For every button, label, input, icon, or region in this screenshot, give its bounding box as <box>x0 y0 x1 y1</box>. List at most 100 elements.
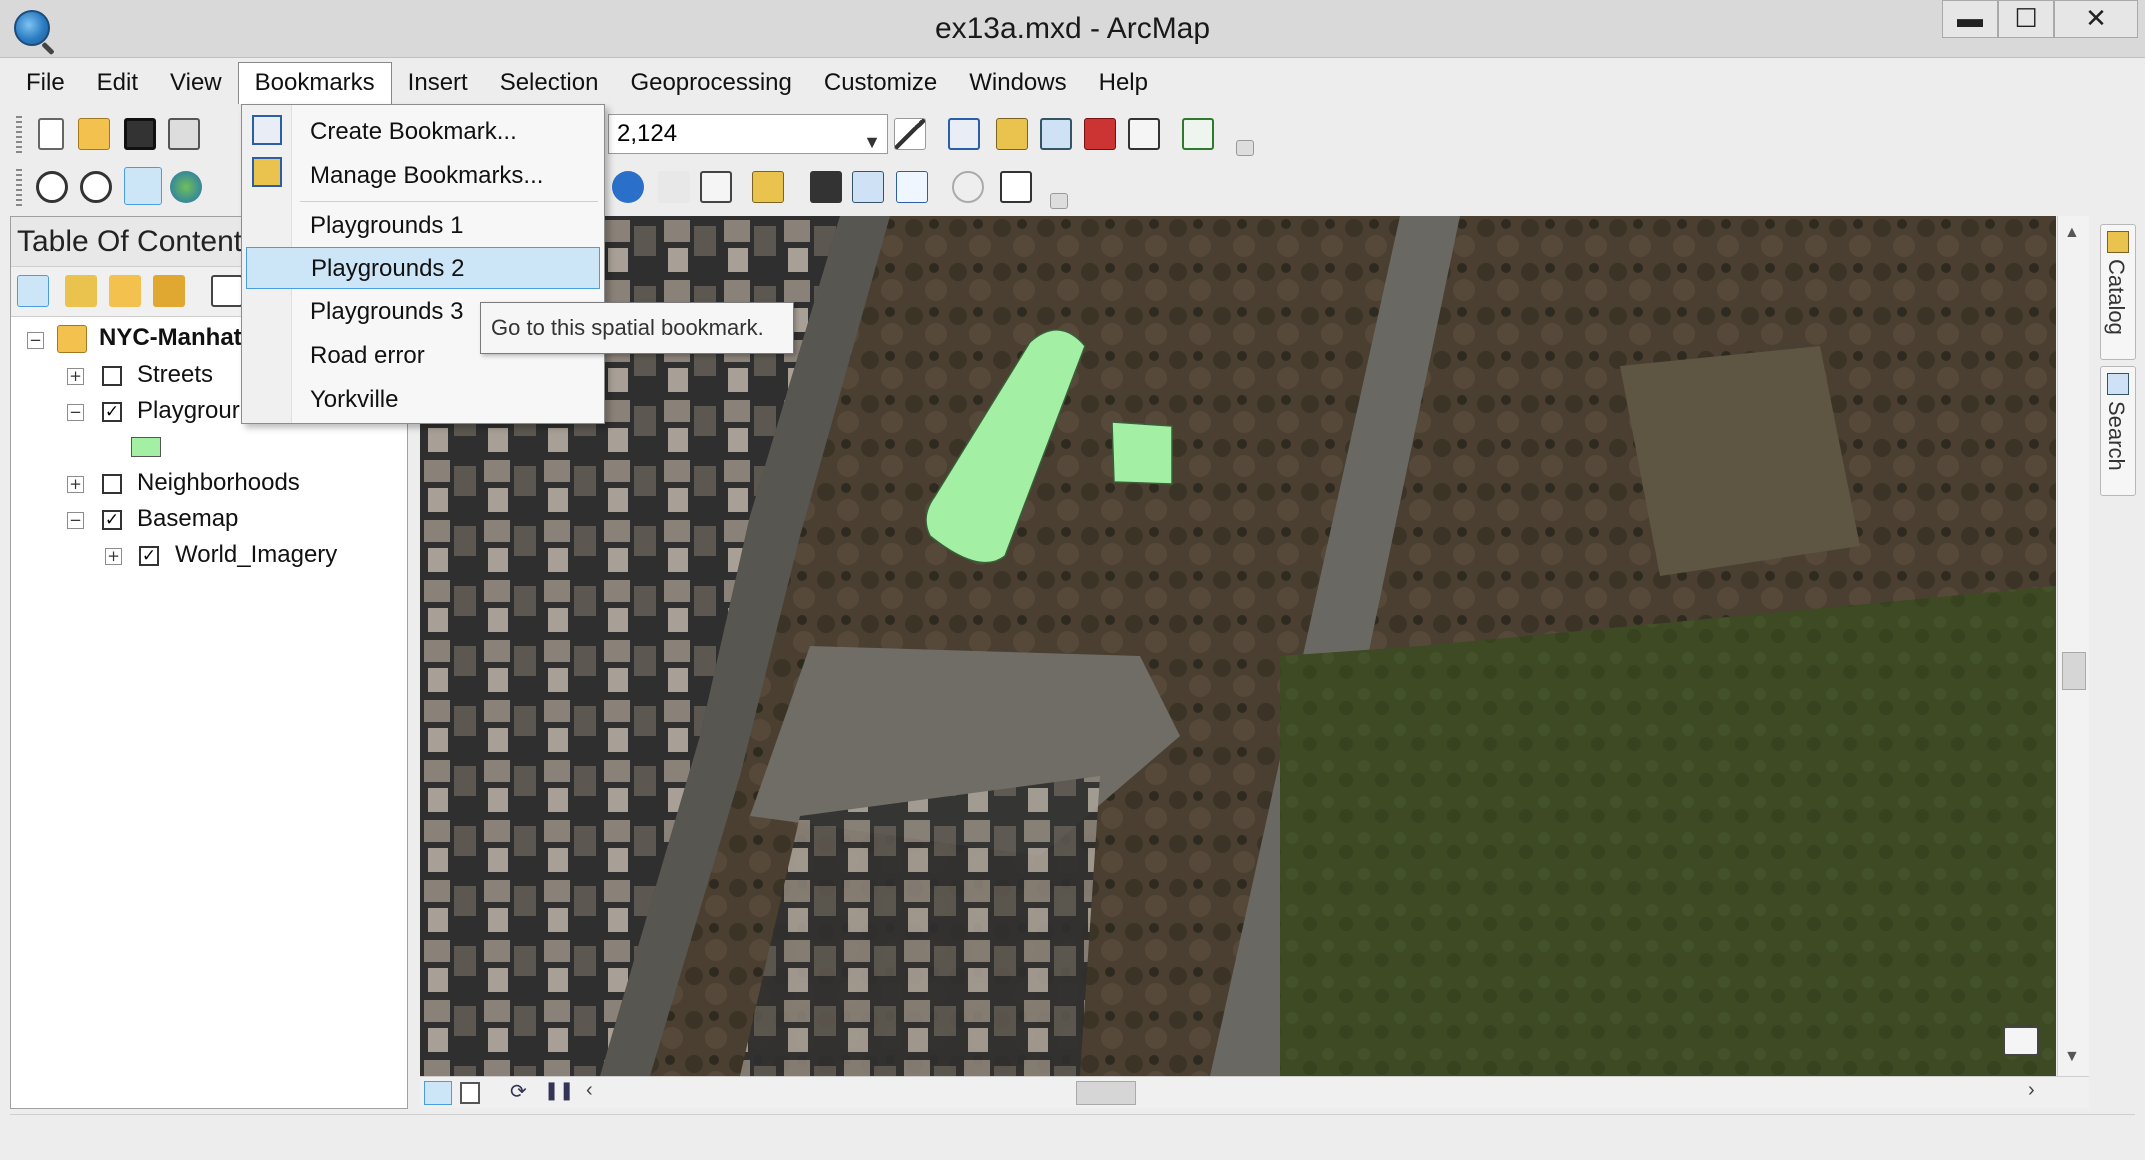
find-binoculars-icon[interactable] <box>810 171 842 203</box>
arctoolbox-icon[interactable] <box>1084 118 1116 150</box>
expand-icon[interactable]: + <box>67 476 84 493</box>
clearing-area <box>1620 346 1860 576</box>
layer-streets[interactable]: Streets <box>137 358 213 392</box>
minimize-button[interactable]: ▬ <box>1942 0 1998 38</box>
layer-playgrounds[interactable]: Playgrour <box>137 394 240 428</box>
manage-bookmarks-item[interactable]: Manage Bookmarks... <box>246 155 600 197</box>
map-tips-icon[interactable] <box>700 171 732 203</box>
scroll-up-icon[interactable]: ▲ <box>2064 224 2080 242</box>
layer-world-imagery[interactable]: World_Imagery <box>175 538 337 572</box>
search-side-tab[interactable]: Search <box>2100 366 2136 496</box>
full-extent-globe-icon[interactable] <box>170 171 202 203</box>
new-document-icon[interactable] <box>38 118 64 150</box>
bookmark-item-highlighted[interactable]: Playgrounds 2 <box>246 247 600 289</box>
toolbar-options-icon[interactable] <box>1236 140 1254 156</box>
refresh-icon[interactable]: ⟳ <box>510 1079 527 1104</box>
title-bar: ex13a.mxd - ArcMap ▬ ☐ ✕ <box>0 0 2145 58</box>
close-button[interactable]: ✕ <box>2054 0 2138 38</box>
status-bar <box>10 1114 2135 1154</box>
list-by-drawing-order-icon[interactable] <box>17 275 49 307</box>
list-by-selection-icon[interactable] <box>153 275 185 307</box>
find-route-icon[interactable] <box>852 171 884 203</box>
menu-windows[interactable]: Windows <box>953 62 1082 104</box>
menu-insert[interactable]: Insert <box>392 62 484 104</box>
menu-selection[interactable]: Selection <box>484 62 615 104</box>
go-to-xy-icon[interactable] <box>896 171 928 203</box>
vertical-scroll-thumb[interactable] <box>2062 652 2086 690</box>
map-tip-note-icon[interactable] <box>2003 1026 2039 1056</box>
create-bookmark-item[interactable]: Create Bookmark... <box>246 111 600 153</box>
menu-file[interactable]: File <box>10 62 81 104</box>
menu-help[interactable]: Help <box>1083 62 1164 104</box>
measure-icon[interactable] <box>752 171 784 203</box>
html-popup-icon[interactable] <box>658 171 690 203</box>
editor-toolbar-icon[interactable] <box>894 118 926 150</box>
map-scale-value: 2,124 <box>617 120 678 147</box>
playground-legend-swatch[interactable] <box>131 437 161 457</box>
catalog-side-tab[interactable]: Catalog <box>2100 224 2136 360</box>
scroll-left-icon[interactable]: ‹ <box>586 1079 593 1102</box>
map-scale-combo[interactable]: 2,124 ▼ <box>608 114 888 154</box>
layer-basemap-checkbox[interactable]: ✓ <box>102 510 122 530</box>
scroll-down-icon[interactable]: ▼ <box>2064 1048 2080 1066</box>
menu-bar: File Edit View Bookmarks Insert Selectio… <box>10 62 2135 104</box>
menu-customize[interactable]: Customize <box>808 62 953 104</box>
catalog-window-icon[interactable] <box>996 118 1028 150</box>
dock-side-panel: Catalog Search <box>2096 216 2140 1109</box>
save-icon[interactable] <box>124 118 156 150</box>
toolbar-grip[interactable] <box>16 116 22 154</box>
collapse-icon[interactable]: − <box>27 332 44 349</box>
toc-options-icon[interactable] <box>211 275 243 307</box>
great-lawn <box>1280 586 2056 1076</box>
identify-icon[interactable] <box>612 171 644 203</box>
collapse-icon[interactable]: − <box>67 404 84 421</box>
toolbar-options-icon[interactable] <box>1050 193 1068 209</box>
search-window-icon[interactable] <box>1040 118 1072 150</box>
bookmark-tooltip: Go to this spatial bookmark. <box>480 302 794 354</box>
print-icon[interactable] <box>168 118 200 150</box>
zoom-out-icon[interactable] <box>80 171 112 203</box>
modelbuilder-icon[interactable] <box>1182 118 1214 150</box>
table-of-contents-window-icon[interactable] <box>948 118 980 150</box>
pan-hand-icon[interactable] <box>124 167 162 205</box>
toolbar-grip[interactable] <box>16 169 22 207</box>
collapse-icon[interactable]: − <box>67 512 84 529</box>
bookmark-item[interactable]: Playgrounds 1 <box>246 205 600 247</box>
layer-neighborhoods[interactable]: Neighborhoods <box>137 466 300 500</box>
expand-icon[interactable]: + <box>105 548 122 565</box>
pause-drawing-icon[interactable]: ❚❚ <box>544 1080 574 1101</box>
chevron-down-icon[interactable]: ▼ <box>863 123 881 161</box>
map-vertical-scrollbar[interactable]: ▲ ▼ <box>2057 216 2089 1076</box>
list-by-source-icon[interactable] <box>65 275 97 307</box>
layer-playgrounds-checkbox[interactable]: ✓ <box>102 402 122 422</box>
open-folder-icon[interactable] <box>78 118 110 150</box>
menu-view[interactable]: View <box>154 62 238 104</box>
magnifier-window-icon[interactable] <box>1000 171 1032 203</box>
menu-geoprocessing[interactable]: Geoprocessing <box>614 62 807 104</box>
map-bottom-bar: ⟳ ❚❚ ‹ › <box>420 1076 2089 1108</box>
expand-icon[interactable]: + <box>67 368 84 385</box>
python-window-icon[interactable] <box>1128 118 1160 150</box>
horizontal-scroll-thumb[interactable] <box>1076 1081 1136 1105</box>
menu-bookmarks[interactable]: Bookmarks <box>237 62 392 104</box>
layer-basemap[interactable]: Basemap <box>137 502 238 536</box>
data-view-icon[interactable] <box>424 1081 452 1105</box>
search-icon <box>2107 373 2129 395</box>
time-slider-icon[interactable] <box>952 171 984 203</box>
data-frame-name[interactable]: NYC-Manhat <box>99 321 242 355</box>
search-tab-label: Search <box>2104 401 2129 471</box>
maximize-button[interactable]: ☐ <box>1998 0 2054 38</box>
bookmarks-dropdown-menu: Create Bookmark... Manage Bookmarks... P… <box>241 104 605 424</box>
menu-separator <box>300 201 598 202</box>
layer-world-imagery-checkbox[interactable]: ✓ <box>139 546 159 566</box>
scroll-right-icon[interactable]: › <box>2028 1079 2035 1102</box>
list-by-visibility-icon[interactable] <box>109 275 141 307</box>
zoom-in-icon[interactable] <box>36 171 68 203</box>
menu-edit[interactable]: Edit <box>81 62 154 104</box>
layer-neighborhoods-checkbox[interactable] <box>102 474 122 494</box>
data-frame-layers-icon <box>57 325 87 353</box>
layer-streets-checkbox[interactable] <box>102 366 122 386</box>
playground-polygon[interactable] <box>1111 421 1173 485</box>
layout-view-icon[interactable] <box>460 1082 480 1104</box>
bookmark-item[interactable]: Yorkville <box>246 379 600 421</box>
